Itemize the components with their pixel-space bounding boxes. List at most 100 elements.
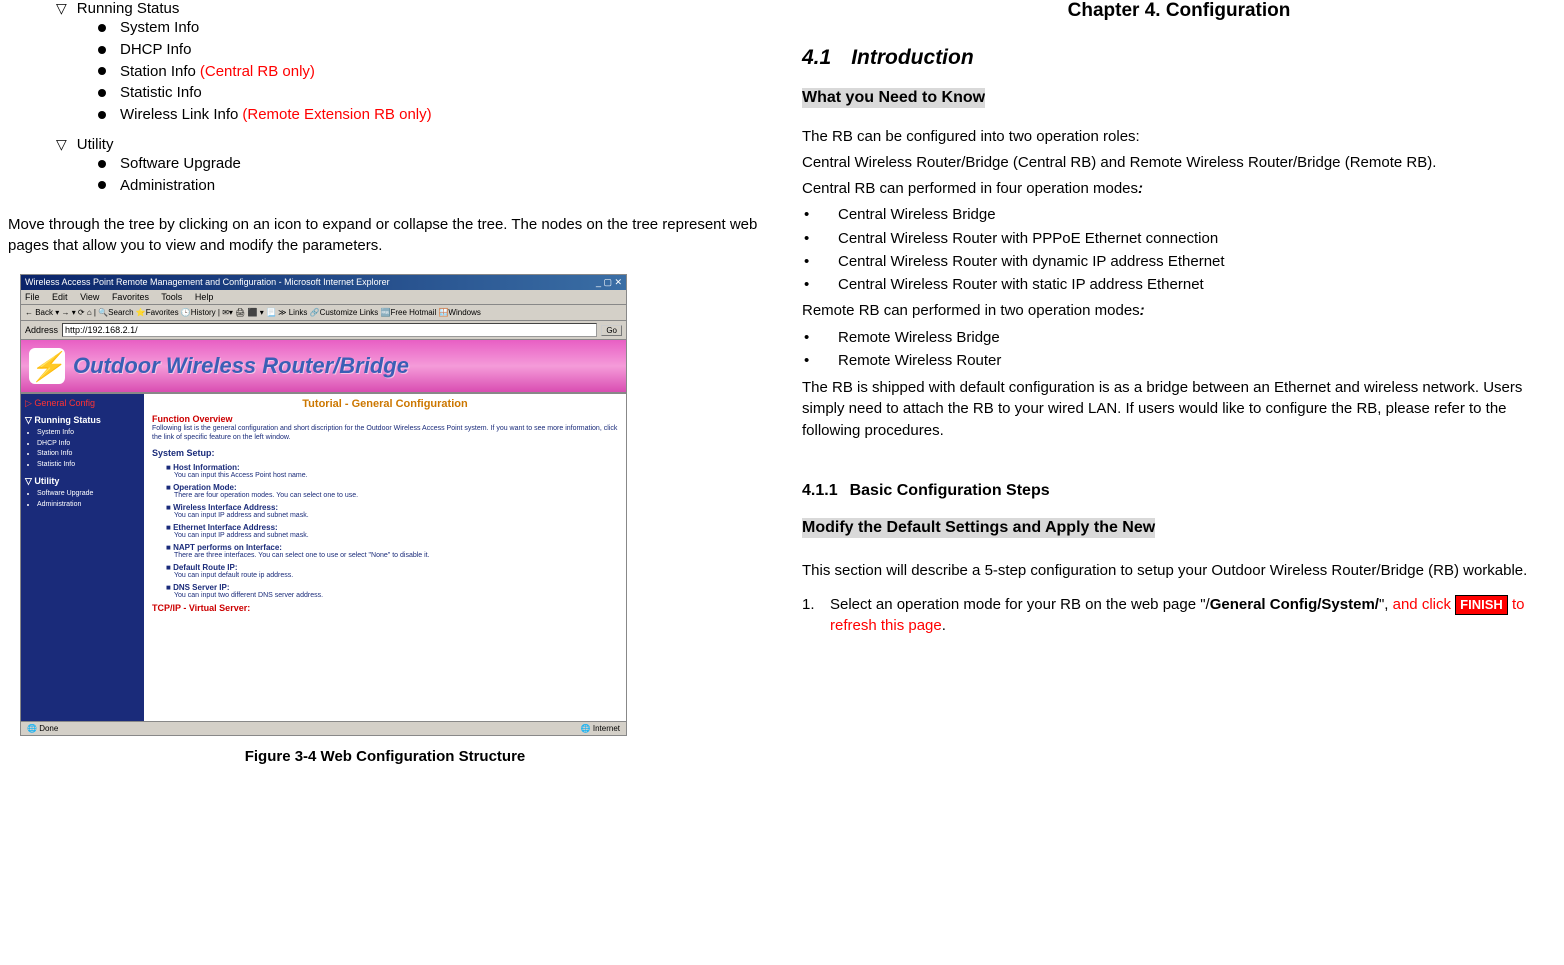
bullet-icon: •: [802, 250, 838, 273]
tree-item: Software Upgrade: [98, 153, 762, 175]
setup-item-desc: You can input IP address and subnet mask…: [174, 512, 618, 519]
list-item: •Remote Wireless Router: [802, 349, 1556, 372]
tree-item: DHCP Info: [98, 39, 762, 61]
go-button[interactable]: Go: [601, 325, 622, 336]
tree-item-label: System Info: [120, 17, 199, 39]
logo-icon: ⚡: [29, 348, 65, 384]
tree-header: ▽ Utility: [56, 136, 762, 153]
bullet-icon: [98, 111, 106, 119]
tree-item-label: Station Info: [120, 61, 196, 83]
paragraph: The RB can be configured into two operat…: [802, 126, 1556, 148]
address-label: Address: [25, 325, 58, 335]
tree-item-label: Wireless Link Info: [120, 104, 238, 126]
status-done: 🌐 Done: [27, 724, 58, 733]
browser-toolbar: ← Back ▾ → ▾ ⟳ ⌂ | 🔍Search ⭐Favorites 🕒H…: [21, 305, 626, 321]
bullet-icon: •: [802, 227, 838, 250]
setup-item-desc: You can input default route ip address.: [174, 572, 618, 579]
subsection-title: Basic Configuration Steps: [850, 482, 1050, 499]
step-number: 1.: [802, 594, 830, 636]
subheading: Modify the Default Settings and Apply th…: [802, 518, 1155, 538]
tutorial-title: Tutorial - General Configuration: [152, 398, 618, 410]
triangle-icon: ▽: [56, 136, 67, 153]
section-number: 4.1: [802, 46, 831, 70]
bullet-icon: [98, 181, 106, 189]
browser-menubar: File Edit View Favorites Tools Help: [21, 290, 626, 305]
menu-item[interactable]: Tools: [161, 292, 182, 302]
sidebar-item[interactable]: DHCP Info: [37, 439, 140, 450]
bullet-list: •Remote Wireless Bridge •Remote Wireless…: [802, 326, 1556, 373]
sidebar-section[interactable]: ▽ Utility: [25, 476, 140, 487]
system-setup-title: System Setup:: [152, 448, 618, 458]
banner-title: Outdoor Wireless Router/Bridge: [73, 353, 409, 379]
tree-item: Wireless Link Info(Remote Extension RB o…: [98, 104, 762, 126]
setup-item-title: ■ DNS Server IP:: [166, 583, 230, 592]
step-item: 1. Select an operation mode for your RB …: [802, 594, 1556, 636]
menu-item[interactable]: View: [80, 292, 99, 302]
setup-item: ■ Operation Mode:There are four operatio…: [166, 482, 618, 499]
function-overview-text: Following list is the general configurat…: [152, 424, 618, 442]
setup-item-desc: There are three interfaces. You can sele…: [174, 552, 618, 559]
tree-group-running-status: ▽ Running Status System Info DHCP Info S…: [8, 0, 762, 126]
section-title: Introduction: [851, 46, 973, 69]
red-instruction: and click: [1393, 596, 1456, 613]
menu-item[interactable]: File: [25, 292, 40, 302]
config-path: General Config/System/: [1210, 596, 1379, 613]
setup-item: ■ Wireless Interface Address:You can inp…: [166, 502, 618, 519]
bullet-list: •Central Wireless Bridge •Central Wirele…: [802, 203, 1556, 296]
tree-header-label: Running Status: [77, 0, 180, 17]
sidebar-item[interactable]: Statistic Info: [37, 460, 140, 471]
step-body: Select an operation mode for your RB on …: [830, 594, 1556, 636]
setup-item: ■ DNS Server IP:You can input two differ…: [166, 582, 618, 599]
list-item: •Central Wireless Bridge: [802, 203, 1556, 226]
browser-statusbar: 🌐 Done 🌐 Internet: [21, 721, 626, 735]
tree-item: Administration: [98, 175, 762, 197]
triangle-icon: ▽: [56, 0, 67, 17]
subheading: What you Need to Know: [802, 88, 985, 108]
menu-item[interactable]: Favorites: [112, 292, 149, 302]
status-zone: 🌐 Internet: [581, 724, 620, 733]
paragraph: Central RB can performed in four operati…: [802, 178, 1556, 200]
window-titlebar: Wireless Access Point Remote Management …: [21, 275, 626, 290]
sidebar-general-config[interactable]: ▷ General Config: [25, 398, 140, 409]
paragraph: Remote RB can performed in two operation…: [802, 300, 1556, 322]
setup-item-title: ■ NAPT performs on Interface:: [166, 543, 282, 552]
sidebar-section[interactable]: ▽ Running Status: [25, 415, 140, 426]
menu-item[interactable]: Edit: [52, 292, 68, 302]
bullet-icon: [98, 160, 106, 168]
tree-item-label: Statistic Info: [120, 82, 202, 104]
menu-item[interactable]: Help: [195, 292, 214, 302]
window-title: Wireless Access Point Remote Management …: [25, 277, 390, 288]
setup-item-title: ■ Ethernet Interface Address:: [166, 523, 278, 532]
figure-caption: Figure 3-4 Web Configuration Structure: [8, 748, 762, 765]
bullet-icon: •: [802, 273, 838, 296]
chapter-title: Chapter 4. Configuration: [802, 0, 1556, 22]
list-item: •Remote Wireless Bridge: [802, 326, 1556, 349]
sidebar-item[interactable]: Station Info: [37, 449, 140, 460]
bullet-icon: •: [802, 349, 838, 372]
paragraph: Move through the tree by clicking on an …: [8, 214, 762, 256]
sidebar-item[interactable]: Administration: [37, 500, 140, 511]
tree-item: Station Info(Central RB only): [98, 61, 762, 83]
bullet-icon: [98, 46, 106, 54]
tree-item-note: (Central RB only): [200, 61, 315, 83]
list-item: •Central Wireless Router with static IP …: [802, 273, 1556, 296]
paragraph: Central Wireless Router/Bridge (Central …: [802, 152, 1556, 174]
paragraph: The RB is shipped with default configura…: [802, 377, 1556, 442]
tutorial-panel: Tutorial - General Configuration Functio…: [144, 394, 626, 724]
tree-item-note: (Remote Extension RB only): [242, 104, 431, 126]
tree-item-label: DHCP Info: [120, 39, 191, 61]
sidebar-item[interactable]: Software Upgrade: [37, 489, 140, 500]
address-input[interactable]: [62, 323, 597, 337]
list-item: •Central Wireless Router with dynamic IP…: [802, 250, 1556, 273]
subsection-heading: 4.1.1Basic Configuration Steps: [802, 482, 1556, 500]
setup-item-desc: You can input this Access Point host nam…: [174, 472, 618, 479]
browser-screenshot: Wireless Access Point Remote Management …: [20, 274, 627, 736]
tree-header: ▽ Running Status: [56, 0, 762, 17]
finish-button: FINISH: [1455, 595, 1508, 615]
function-overview-title: Function Overview: [152, 414, 618, 424]
sidebar-item[interactable]: System Info: [37, 428, 140, 439]
setup-item-desc: You can input IP address and subnet mask…: [174, 532, 618, 539]
paragraph: This section will describe a 5-step conf…: [802, 560, 1556, 582]
virtual-server-title: TCP/IP - Virtual Server:: [152, 603, 618, 613]
setup-item-title: ■ Operation Mode:: [166, 483, 237, 492]
